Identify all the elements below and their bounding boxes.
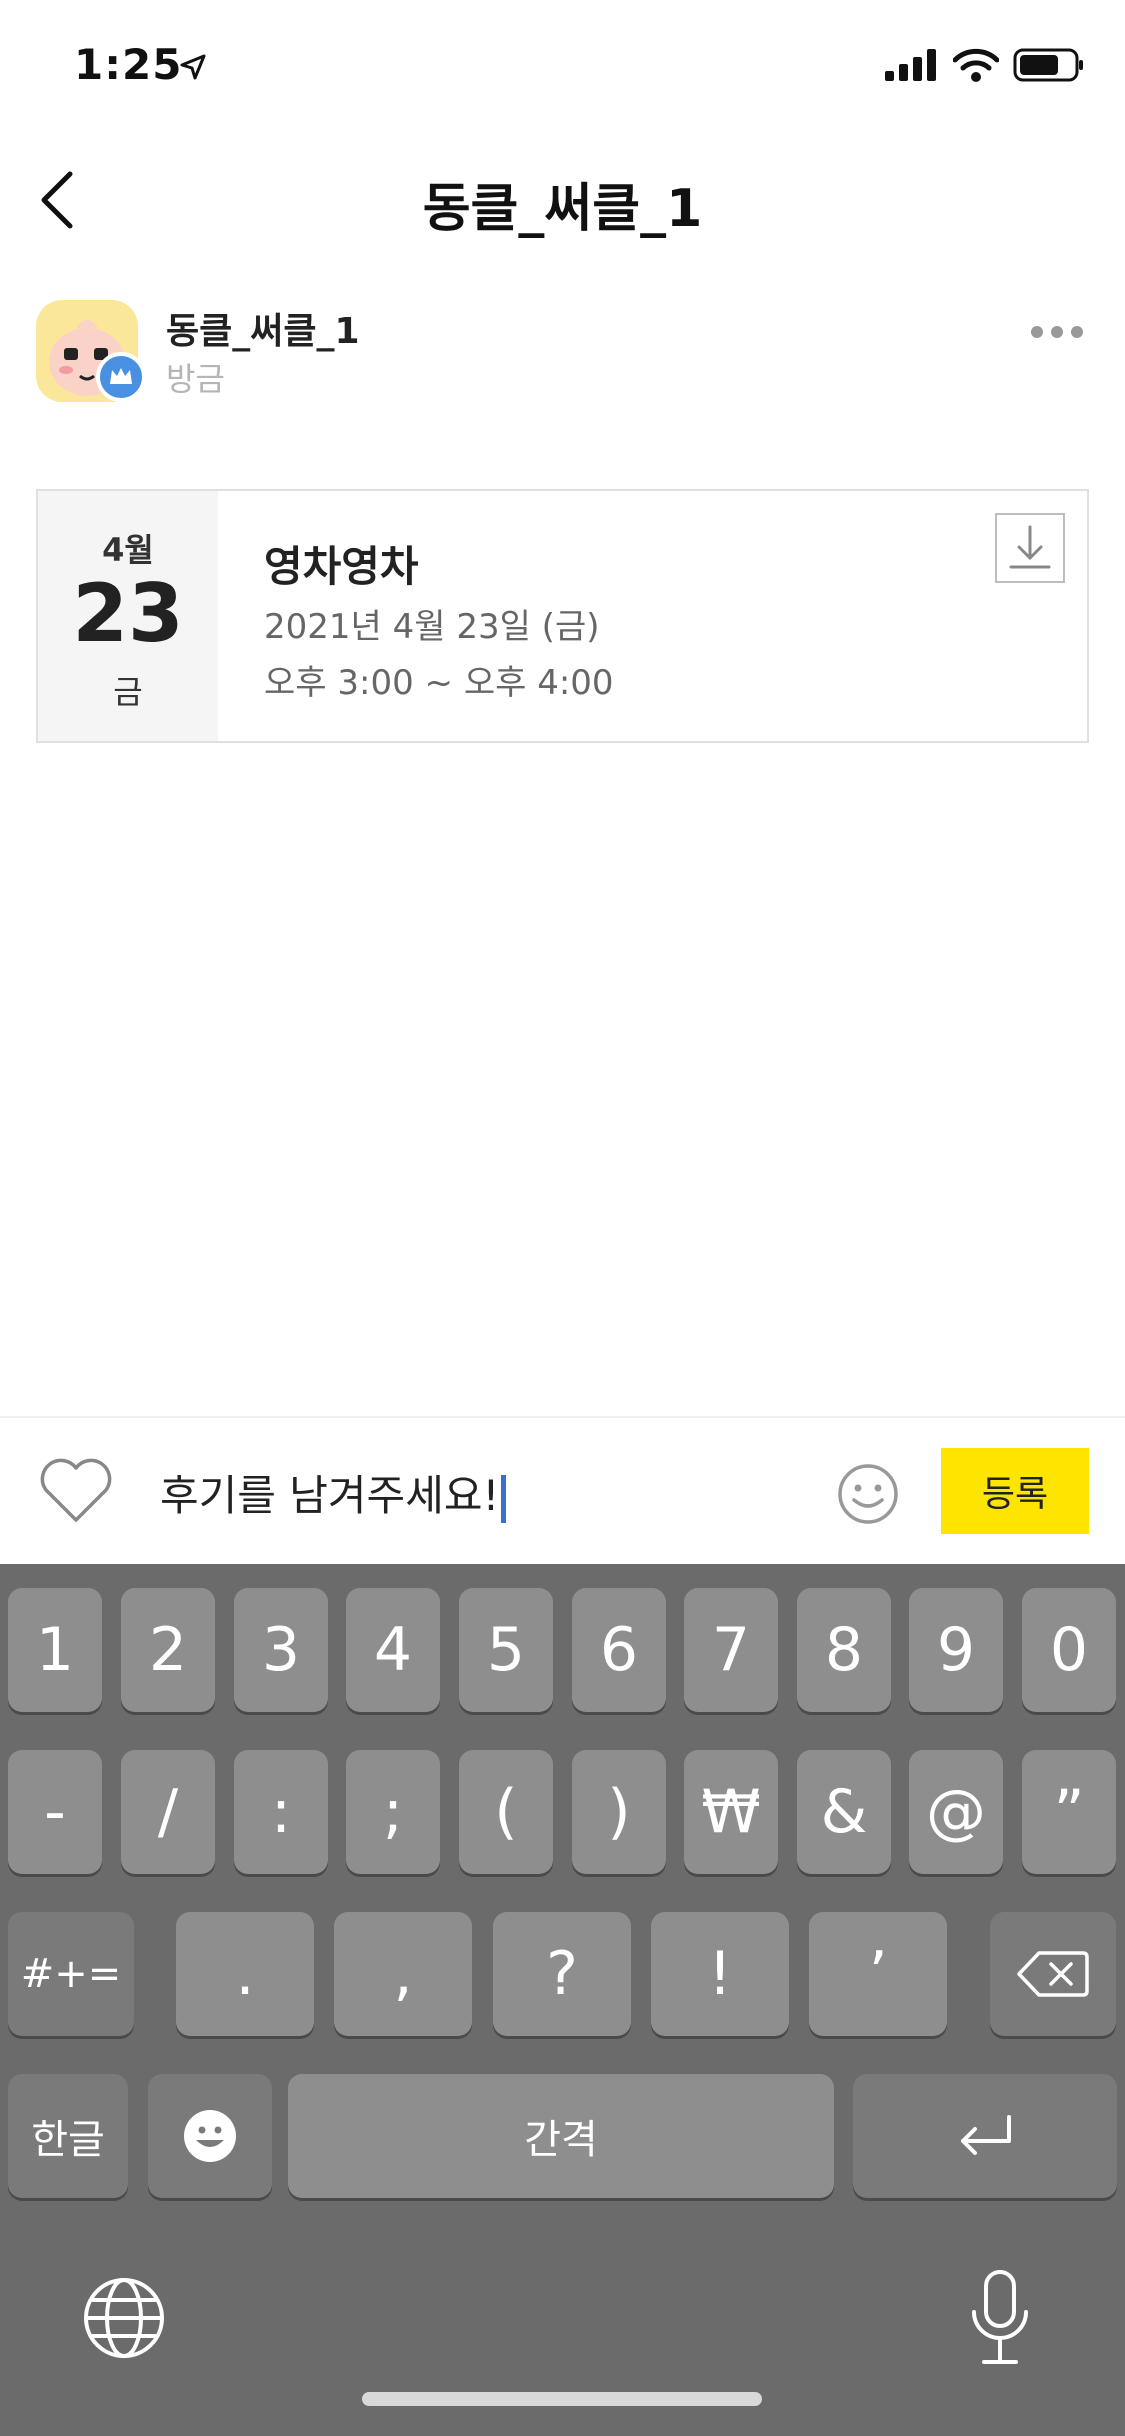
nav-bar: 동클_써클_1 (0, 140, 1125, 260)
key-period[interactable]: . (176, 1912, 314, 2036)
key-4[interactable]: 4 (346, 1588, 440, 1712)
backspace-icon (1017, 1951, 1089, 1997)
author-name[interactable]: 동클_써클_1 (166, 302, 360, 354)
comment-input[interactable]: 후기를 남겨주세요! (160, 1462, 507, 1523)
event-month: 4월 (102, 531, 154, 569)
key-close-paren[interactable]: ) (572, 1750, 666, 1874)
submit-button[interactable]: 등록 (941, 1448, 1089, 1534)
key-3[interactable]: 3 (234, 1588, 328, 1712)
space-key[interactable]: 간격 (288, 2074, 834, 2198)
cellular-signal-icon (885, 49, 936, 81)
key-quote[interactable]: ” (1022, 1750, 1116, 1874)
home-indicator[interactable] (362, 2392, 762, 2406)
key-7[interactable]: 7 (684, 1588, 778, 1712)
download-button[interactable] (995, 513, 1065, 583)
more-options-icon[interactable] (1029, 320, 1085, 344)
text-cursor (501, 1474, 507, 1523)
event-date-box: 4월 23 금 (38, 491, 218, 741)
keyboard: 1 2 3 4 5 6 7 8 9 0 - / : ; ( ) ₩ & @ ” … (0, 1564, 1125, 2436)
key-colon[interactable]: : (234, 1750, 328, 1874)
key-language-korean[interactable]: 한글 (8, 2074, 128, 2198)
return-icon (961, 2115, 1011, 2155)
return-key[interactable] (853, 2074, 1117, 2198)
key-won[interactable]: ₩ (684, 1750, 778, 1874)
key-9[interactable]: 9 (909, 1588, 1003, 1712)
key-5[interactable]: 5 (459, 1588, 553, 1712)
event-time: 오후 3:00 ~ 오후 4:00 (264, 663, 614, 703)
key-more-symbols[interactable]: #+= (8, 1912, 134, 2036)
download-icon (1009, 525, 1051, 569)
page-title: 동클_써클_1 (422, 179, 703, 239)
key-apostrophe[interactable]: ’ (809, 1912, 947, 2036)
microphone-icon[interactable] (968, 2268, 1032, 2368)
wifi-icon (953, 48, 999, 82)
globe-icon[interactable] (82, 2276, 166, 2360)
emoji-keyboard-icon (184, 2110, 236, 2162)
key-slash[interactable]: / (121, 1750, 215, 1874)
key-at[interactable]: @ (909, 1750, 1003, 1874)
key-8[interactable]: 8 (797, 1588, 891, 1712)
post-timestamp: 방금 (166, 360, 225, 398)
event-card[interactable]: 4월 23 금 영차영차 2021년 4월 23일 (금) 오후 3:00 ~ … (36, 489, 1089, 743)
emoji-icon[interactable] (836, 1462, 900, 1526)
comment-bar: 후기를 남겨주세요! 등록 (0, 1416, 1125, 1564)
key-hyphen[interactable]: - (8, 1750, 102, 1874)
key-open-paren[interactable]: ( (459, 1750, 553, 1874)
emoji-key[interactable] (148, 2074, 272, 2198)
battery-icon (1013, 48, 1083, 82)
key-ampersand[interactable]: & (797, 1750, 891, 1874)
status-bar: 1:25 (0, 0, 1125, 140)
crown-badge-icon (96, 352, 146, 402)
post-author: 동클_써클_1 방금 (0, 290, 1125, 420)
key-6[interactable]: 6 (572, 1588, 666, 1712)
location-arrow-icon (180, 54, 206, 80)
key-comma[interactable]: , (334, 1912, 472, 2036)
key-question[interactable]: ? (493, 1912, 631, 2036)
key-0[interactable]: 0 (1022, 1588, 1116, 1712)
key-exclamation[interactable]: ! (651, 1912, 789, 2036)
heart-icon[interactable] (38, 1458, 114, 1524)
key-semicolon[interactable]: ; (346, 1750, 440, 1874)
comment-input-value: 후기를 남겨주세요! (160, 1471, 500, 1520)
event-title: 영차영차 (264, 542, 419, 591)
event-date: 2021년 4월 23일 (금) (264, 607, 600, 647)
event-weekday: 금 (113, 673, 143, 711)
event-day: 23 (72, 567, 184, 660)
key-2[interactable]: 2 (121, 1588, 215, 1712)
status-time: 1:25 (74, 40, 183, 89)
key-1[interactable]: 1 (8, 1588, 102, 1712)
status-indicators (885, 48, 1085, 82)
backspace-key[interactable] (990, 1912, 1116, 2036)
